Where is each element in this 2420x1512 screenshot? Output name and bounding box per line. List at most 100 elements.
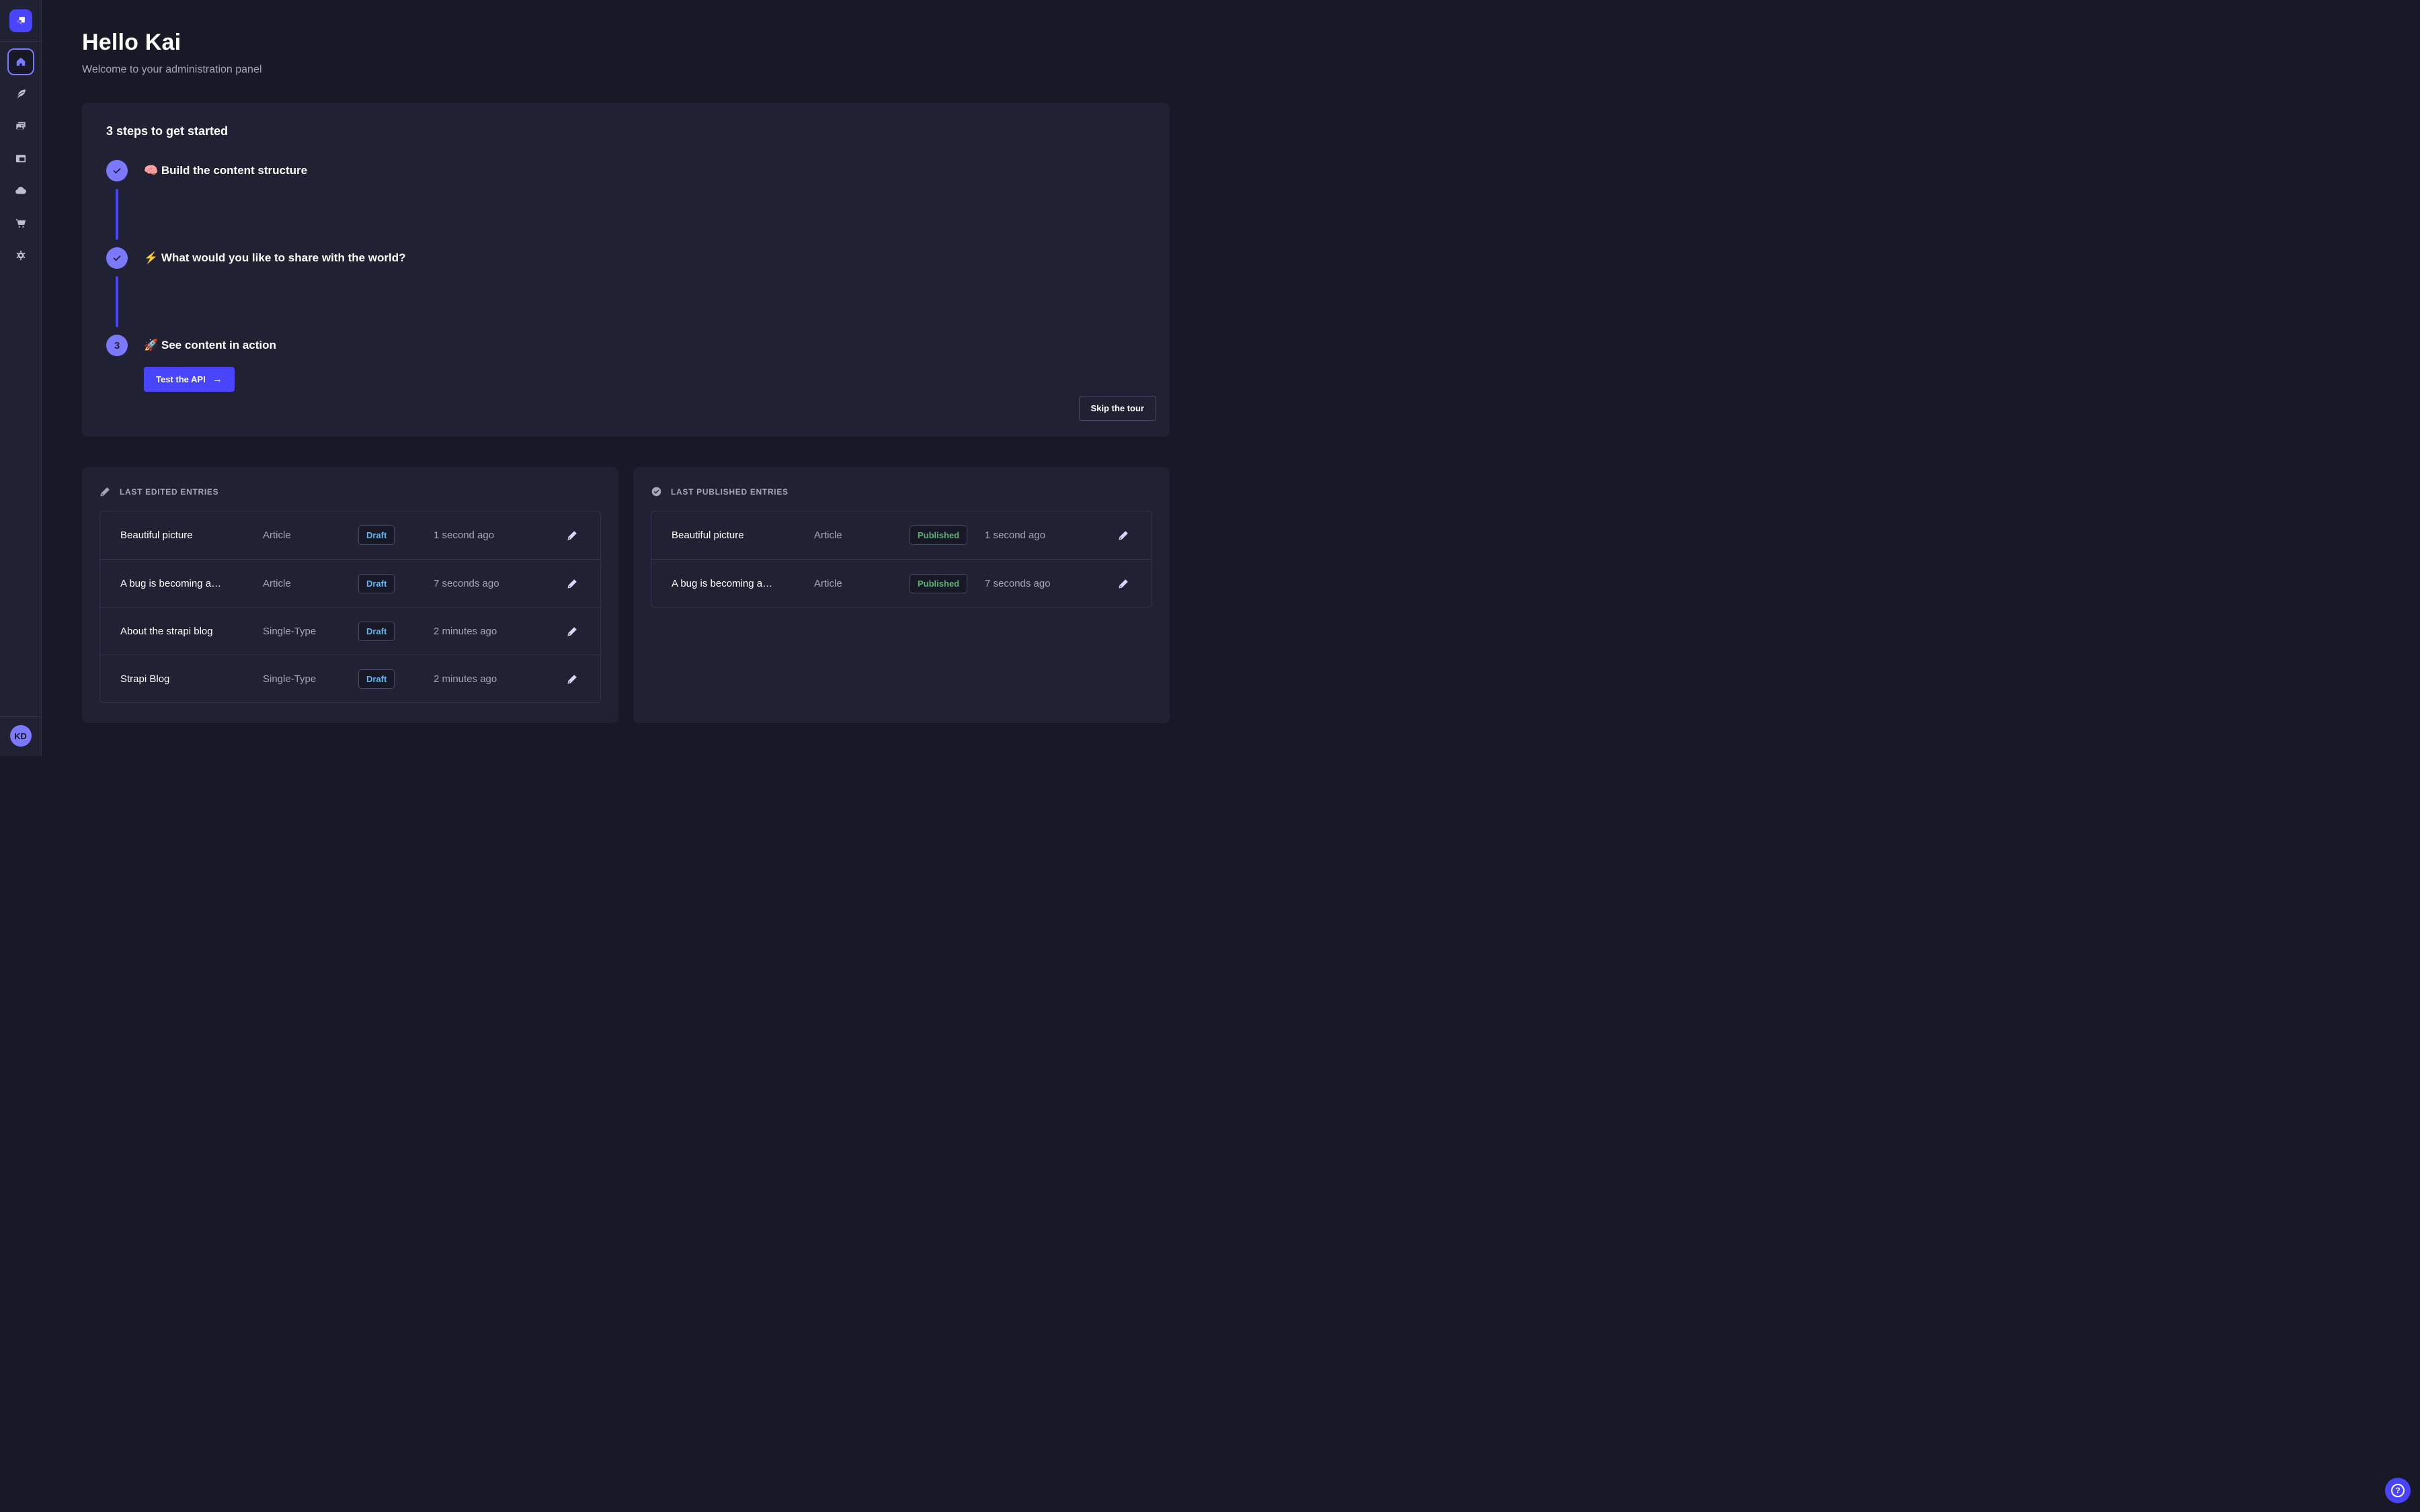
pencil-icon [1118, 530, 1129, 541]
page-title: Hello Kai [82, 30, 1170, 56]
edit-entry-button[interactable] [561, 524, 583, 547]
last-published-table: Beautiful picture Article Published 1 se… [651, 511, 1152, 607]
step-connector [116, 189, 118, 240]
onboarding-step-3: 3 🚀 See content in action [106, 335, 1156, 356]
last-edited-table: Beautiful picture Article Draft 1 second… [99, 511, 601, 703]
gear-icon [14, 249, 28, 262]
test-api-button[interactable]: Test the API → [144, 367, 235, 392]
feather-pen-icon [14, 87, 28, 101]
sidebar-item-marketplace[interactable] [7, 210, 34, 237]
entry-type: Article [263, 530, 358, 541]
pencil-icon [99, 486, 111, 497]
onboarding-step-2: ⚡ What would you like to share with the … [106, 247, 1156, 269]
layout-builder-icon [14, 152, 28, 165]
main-content: Hello Kai Welcome to your administration… [42, 0, 1210, 756]
edit-entry-button[interactable] [561, 620, 583, 642]
status-badge: Draft [358, 669, 395, 689]
test-api-label: Test the API [156, 374, 206, 384]
sidebar: KD [0, 0, 42, 756]
shopping-cart-icon [14, 216, 28, 230]
entry-type: Article [263, 578, 358, 589]
entry-type: Article [814, 578, 910, 589]
pencil-icon [567, 673, 578, 685]
last-edited-title: LAST EDITED ENTRIES [120, 487, 218, 497]
sidebar-item-content-manager[interactable] [7, 81, 34, 108]
entry-title: Beautiful picture [120, 530, 263, 541]
table-row: A bug is becoming a… Article Published 7… [651, 559, 1152, 607]
question-mark-icon: ? [2391, 1484, 2405, 1497]
page-subtitle: Welcome to your administration panel [82, 64, 1170, 76]
strapi-logo-icon [14, 14, 28, 28]
pencil-icon [1118, 578, 1129, 589]
cta-row: Test the API → [144, 367, 1156, 392]
last-published-card: LAST PUBLISHED ENTRIES Beautiful picture… [633, 467, 1170, 723]
strapi-admin-app: KD Hello Kai Welcome to your administrat… [0, 0, 1210, 756]
onboarding-card: 3 steps to get started 🧠 Build the conte… [82, 103, 1170, 437]
status-badge: Published [910, 574, 967, 593]
status-badge: Draft [358, 574, 395, 593]
step-label: 🚀 See content in action [144, 339, 276, 352]
entry-title: A bug is becoming a… [672, 578, 814, 589]
entry-time: 1 second ago [434, 530, 549, 541]
table-row: Strapi Blog Single-Type Draft 2 minutes … [100, 655, 600, 702]
entry-type: Single-Type [263, 626, 358, 637]
onboarding-footer: Skip the tour [106, 396, 1156, 421]
status-badge: Draft [358, 526, 395, 545]
check-icon [112, 165, 122, 176]
step-number-circle: 3 [106, 335, 128, 356]
step-done-circle [106, 247, 128, 269]
strapi-logo[interactable] [9, 9, 32, 32]
arrow-right-icon: → [212, 374, 223, 385]
step-done-circle [106, 160, 128, 181]
onboarding-title: 3 steps to get started [106, 124, 1156, 138]
pencil-icon [567, 626, 578, 637]
edit-entry-button[interactable] [561, 667, 583, 690]
help-button[interactable]: ? [2385, 1478, 2411, 1503]
last-published-title: LAST PUBLISHED ENTRIES [671, 487, 789, 497]
entry-title: Strapi Blog [120, 673, 263, 685]
check-icon [112, 253, 122, 263]
step-connector [116, 276, 118, 327]
sidebar-nav [7, 42, 34, 269]
last-edited-header: LAST EDITED ENTRIES [99, 486, 601, 497]
media-pictures-icon [14, 120, 28, 133]
sidebar-item-home[interactable] [7, 48, 34, 75]
entry-time: 1 second ago [985, 530, 1100, 541]
entry-time: 2 minutes ago [434, 673, 549, 685]
sidebar-item-settings[interactable] [7, 242, 34, 269]
skip-tour-button[interactable]: Skip the tour [1079, 396, 1156, 421]
table-row: Beautiful picture Article Published 1 se… [651, 511, 1152, 559]
entry-time: 7 seconds ago [985, 578, 1100, 589]
table-row: About the strapi blog Single-Type Draft … [100, 607, 600, 655]
entries-section: LAST EDITED ENTRIES Beautiful picture Ar… [82, 467, 1170, 723]
avatar[interactable]: KD [10, 725, 32, 747]
edit-entry-button[interactable] [1112, 572, 1135, 595]
table-row: A bug is becoming a… Article Draft 7 sec… [100, 559, 600, 607]
pencil-icon [567, 530, 578, 541]
sidebar-item-media-library[interactable] [7, 113, 34, 140]
status-badge: Draft [358, 622, 395, 641]
entry-title: Beautiful picture [672, 530, 814, 541]
onboarding-step-1: 🧠 Build the content structure [106, 160, 1156, 181]
entry-type: Article [814, 530, 910, 541]
entry-title: A bug is becoming a… [120, 578, 263, 589]
home-icon [14, 55, 28, 69]
entry-time: 2 minutes ago [434, 626, 549, 637]
entry-type: Single-Type [263, 673, 358, 685]
cloud-icon [13, 183, 28, 198]
check-circle-icon [651, 486, 662, 497]
step-label: 🧠 Build the content structure [144, 164, 307, 177]
status-badge: Published [910, 526, 967, 545]
last-published-header: LAST PUBLISHED ENTRIES [651, 486, 1152, 497]
entry-title: About the strapi blog [120, 626, 263, 637]
entry-time: 7 seconds ago [434, 578, 549, 589]
step-label: ⚡ What would you like to share with the … [144, 251, 406, 265]
table-row: Beautiful picture Article Draft 1 second… [100, 511, 600, 559]
pencil-icon [567, 578, 578, 589]
last-edited-card: LAST EDITED ENTRIES Beautiful picture Ar… [82, 467, 618, 723]
edit-entry-button[interactable] [561, 572, 583, 595]
sidebar-item-deploy[interactable] [7, 177, 34, 204]
sidebar-footer: KD [0, 716, 42, 756]
sidebar-item-content-type-builder[interactable] [7, 145, 34, 172]
edit-entry-button[interactable] [1112, 524, 1135, 547]
